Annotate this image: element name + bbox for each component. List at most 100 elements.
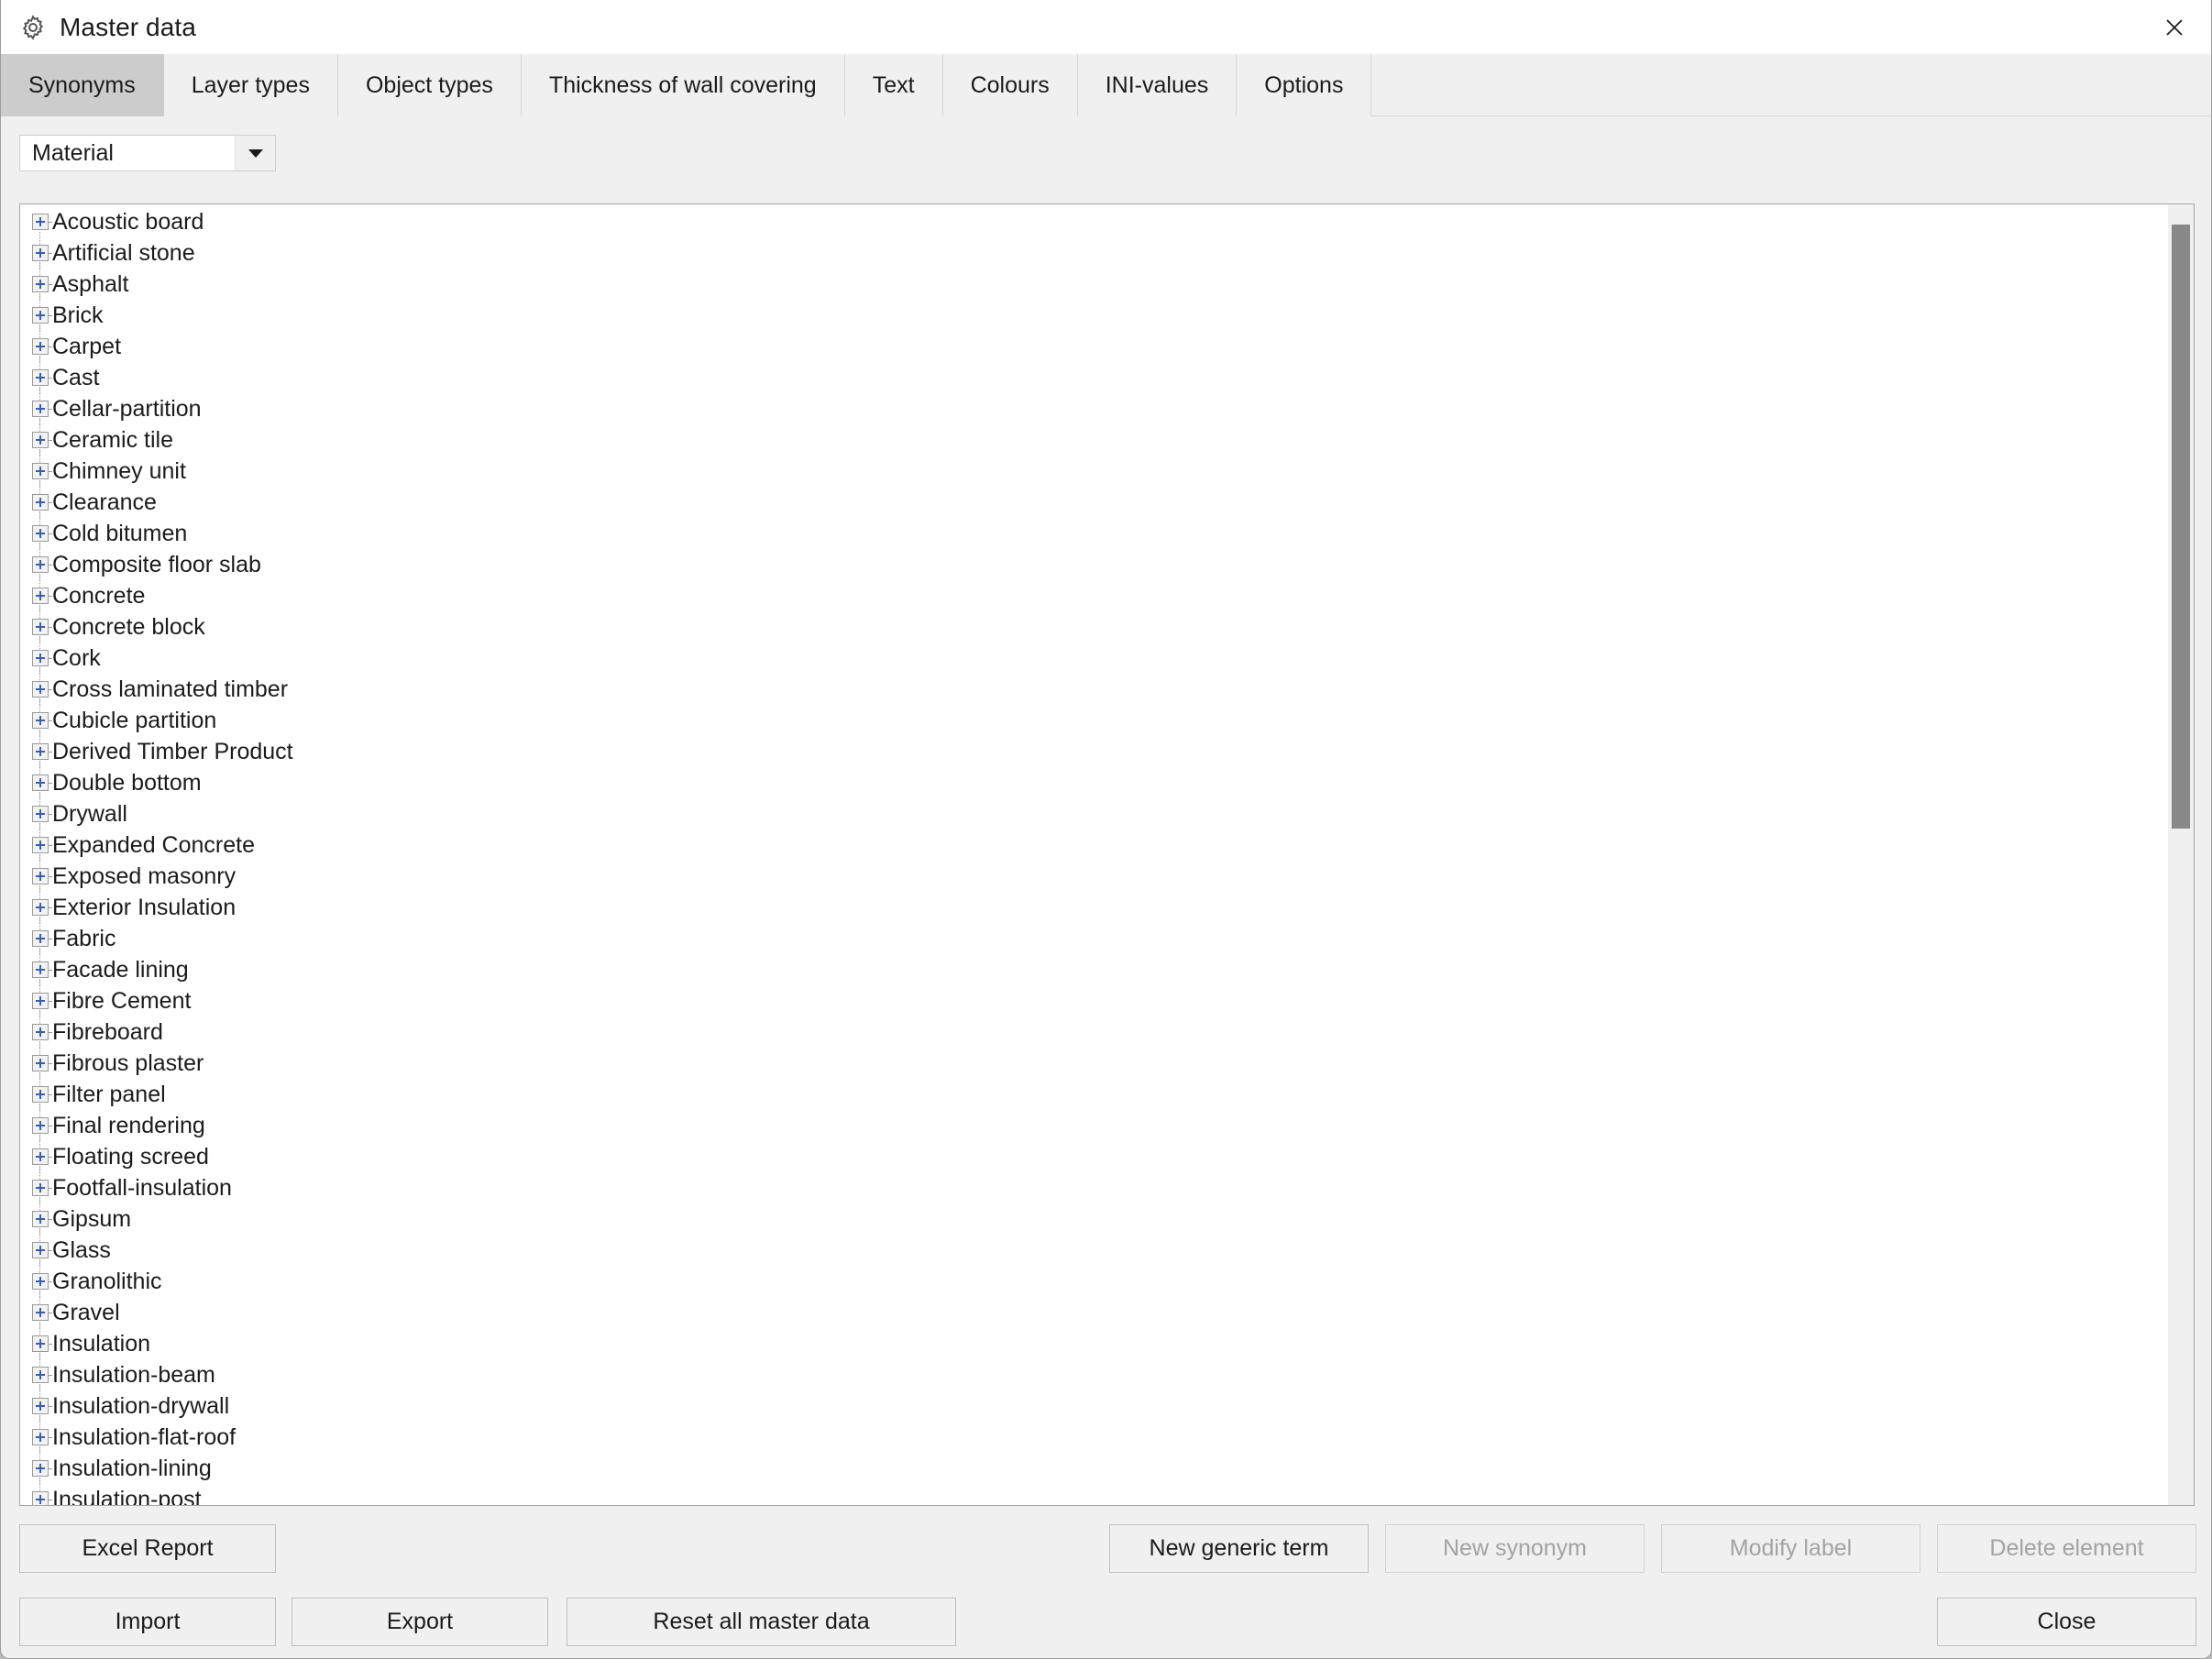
expand-plus-icon[interactable] xyxy=(32,1304,49,1321)
tree-item[interactable]: Cross laminated timber xyxy=(20,667,2194,705)
tree-item[interactable]: Floating screed xyxy=(20,1135,2194,1172)
expand-plus-icon[interactable] xyxy=(32,556,49,573)
import-button[interactable]: Import xyxy=(19,1598,276,1646)
tab-ini-values[interactable]: INI-values xyxy=(1077,54,1238,116)
expand-plus-icon[interactable] xyxy=(32,401,49,417)
expand-plus-icon[interactable] xyxy=(32,307,49,324)
tree-item[interactable]: Expanded Concrete xyxy=(20,823,2194,861)
tree-item[interactable]: Gravel xyxy=(20,1291,2194,1328)
tree-item[interactable]: Filter panel xyxy=(20,1072,2194,1110)
expand-plus-icon[interactable] xyxy=(32,961,49,978)
expand-plus-icon[interactable] xyxy=(32,743,49,760)
tab-text[interactable]: Text xyxy=(844,54,943,116)
tree-item[interactable]: Insulation-lining xyxy=(20,1446,2194,1484)
expand-plus-icon[interactable] xyxy=(32,1367,49,1383)
expand-plus-icon[interactable] xyxy=(32,1180,49,1196)
tree-item[interactable]: Insulation-drywall xyxy=(20,1384,2194,1422)
tree-item[interactable]: Gipsum xyxy=(20,1197,2194,1235)
tree-item[interactable]: Concrete xyxy=(20,574,2194,611)
expand-plus-icon[interactable] xyxy=(32,1273,49,1290)
close-dialog-button[interactable]: Close xyxy=(1937,1598,2196,1646)
tree-item[interactable]: Granolithic xyxy=(20,1259,2194,1297)
expand-plus-icon[interactable] xyxy=(32,1460,49,1477)
tree-item[interactable]: Chimney unit xyxy=(20,449,2194,487)
tree-item[interactable]: Cubicle partition xyxy=(20,698,2194,736)
tree-item[interactable]: Insulation-flat-roof xyxy=(20,1415,2194,1453)
expand-plus-icon[interactable] xyxy=(32,1086,49,1103)
expand-plus-icon[interactable] xyxy=(32,868,49,884)
tree-item[interactable]: Clearance xyxy=(20,480,2194,518)
expand-plus-icon[interactable] xyxy=(32,712,49,729)
tree-item[interactable]: Acoustic board xyxy=(20,206,2194,237)
tab-layer-types[interactable]: Layer types xyxy=(163,54,338,116)
expand-plus-icon[interactable] xyxy=(32,930,49,947)
tree-item[interactable]: Composite floor slab xyxy=(20,543,2194,580)
expand-plus-icon[interactable] xyxy=(32,1491,49,1505)
expand-plus-icon[interactable] xyxy=(32,1148,49,1165)
expand-plus-icon[interactable] xyxy=(32,775,49,791)
tree-item[interactable]: Insulation-post xyxy=(20,1478,2194,1505)
expand-plus-icon[interactable] xyxy=(32,369,49,386)
tree-item[interactable]: Insulation xyxy=(20,1322,2194,1359)
tree-item[interactable]: Fibrous plaster xyxy=(20,1041,2194,1079)
expand-plus-icon[interactable] xyxy=(32,432,49,448)
tree-item[interactable]: Ceramic tile xyxy=(20,418,2194,456)
tree-item[interactable]: Fibre Cement xyxy=(20,979,2194,1016)
tree-item[interactable]: Brick xyxy=(20,293,2194,331)
expand-plus-icon[interactable] xyxy=(32,993,49,1009)
expand-plus-icon[interactable] xyxy=(32,837,49,853)
tree-item[interactable]: Derived Timber Product xyxy=(20,730,2194,767)
expand-plus-icon[interactable] xyxy=(32,494,49,511)
expand-plus-icon[interactable] xyxy=(32,525,49,542)
expand-plus-icon[interactable] xyxy=(32,245,49,261)
expand-plus-icon[interactable] xyxy=(32,806,49,822)
new-generic-term-button[interactable]: New generic term xyxy=(1109,1524,1369,1573)
expand-plus-icon[interactable] xyxy=(32,1335,49,1352)
tab-thickness-of-wall-covering[interactable]: Thickness of wall covering xyxy=(521,54,845,116)
category-select[interactable]: Material xyxy=(19,135,276,171)
expand-plus-icon[interactable] xyxy=(32,681,49,698)
expand-plus-icon[interactable] xyxy=(32,338,49,355)
tree-item[interactable]: Drywall xyxy=(20,792,2194,830)
close-icon[interactable] xyxy=(2136,0,2211,54)
tree-item[interactable]: Fabric xyxy=(20,917,2194,954)
expand-plus-icon[interactable] xyxy=(32,1242,49,1258)
tree-item[interactable]: Cold bitumen xyxy=(20,511,2194,549)
tree-item[interactable]: Cast xyxy=(20,356,2194,393)
vertical-scrollbar[interactable] xyxy=(2168,204,2194,1505)
expand-plus-icon[interactable] xyxy=(32,1117,49,1134)
tree-item[interactable]: Concrete block xyxy=(20,605,2194,643)
reset-all-master-data-button[interactable]: Reset all master data xyxy=(567,1598,956,1646)
tree-item[interactable]: Glass xyxy=(20,1228,2194,1266)
tree-item[interactable]: Fibreboard xyxy=(20,1010,2194,1048)
expand-plus-icon[interactable] xyxy=(32,899,49,916)
tree-item[interactable]: Exposed masonry xyxy=(20,854,2194,892)
tree-item[interactable]: Asphalt xyxy=(20,262,2194,300)
expand-plus-icon[interactable] xyxy=(32,214,49,230)
tree-item[interactable]: Double bottom xyxy=(20,761,2194,798)
expand-plus-icon[interactable] xyxy=(32,619,49,635)
expand-plus-icon[interactable] xyxy=(32,1398,49,1414)
scrollbar-thumb[interactable] xyxy=(2172,225,2190,829)
tab-colours[interactable]: Colours xyxy=(942,54,1078,116)
tree-item[interactable]: Exterior Insulation xyxy=(20,885,2194,923)
tree-item[interactable]: Cork xyxy=(20,636,2194,674)
expand-plus-icon[interactable] xyxy=(32,463,49,479)
tree-item[interactable]: Insulation-beam xyxy=(20,1353,2194,1390)
tab-object-types[interactable]: Object types xyxy=(337,54,522,116)
tab-synonyms[interactable]: Synonyms xyxy=(1,54,164,116)
expand-plus-icon[interactable] xyxy=(32,588,49,604)
tree-item[interactable]: Footfall-insulation xyxy=(20,1166,2194,1203)
tab-options[interactable]: Options xyxy=(1237,54,1372,116)
tree-item[interactable]: Facade lining xyxy=(20,948,2194,985)
chevron-down-icon[interactable] xyxy=(235,136,275,170)
tree-item[interactable]: Final rendering xyxy=(20,1104,2194,1141)
expand-plus-icon[interactable] xyxy=(32,276,49,292)
expand-plus-icon[interactable] xyxy=(32,650,49,666)
tree-item[interactable]: Cellar-partition xyxy=(20,387,2194,424)
tree-item[interactable]: Carpet xyxy=(20,324,2194,362)
tree-item[interactable]: Artificial stone xyxy=(20,231,2194,269)
excel-report-button[interactable]: Excel Report xyxy=(19,1524,276,1573)
expand-plus-icon[interactable] xyxy=(32,1429,49,1445)
expand-plus-icon[interactable] xyxy=(32,1211,49,1227)
